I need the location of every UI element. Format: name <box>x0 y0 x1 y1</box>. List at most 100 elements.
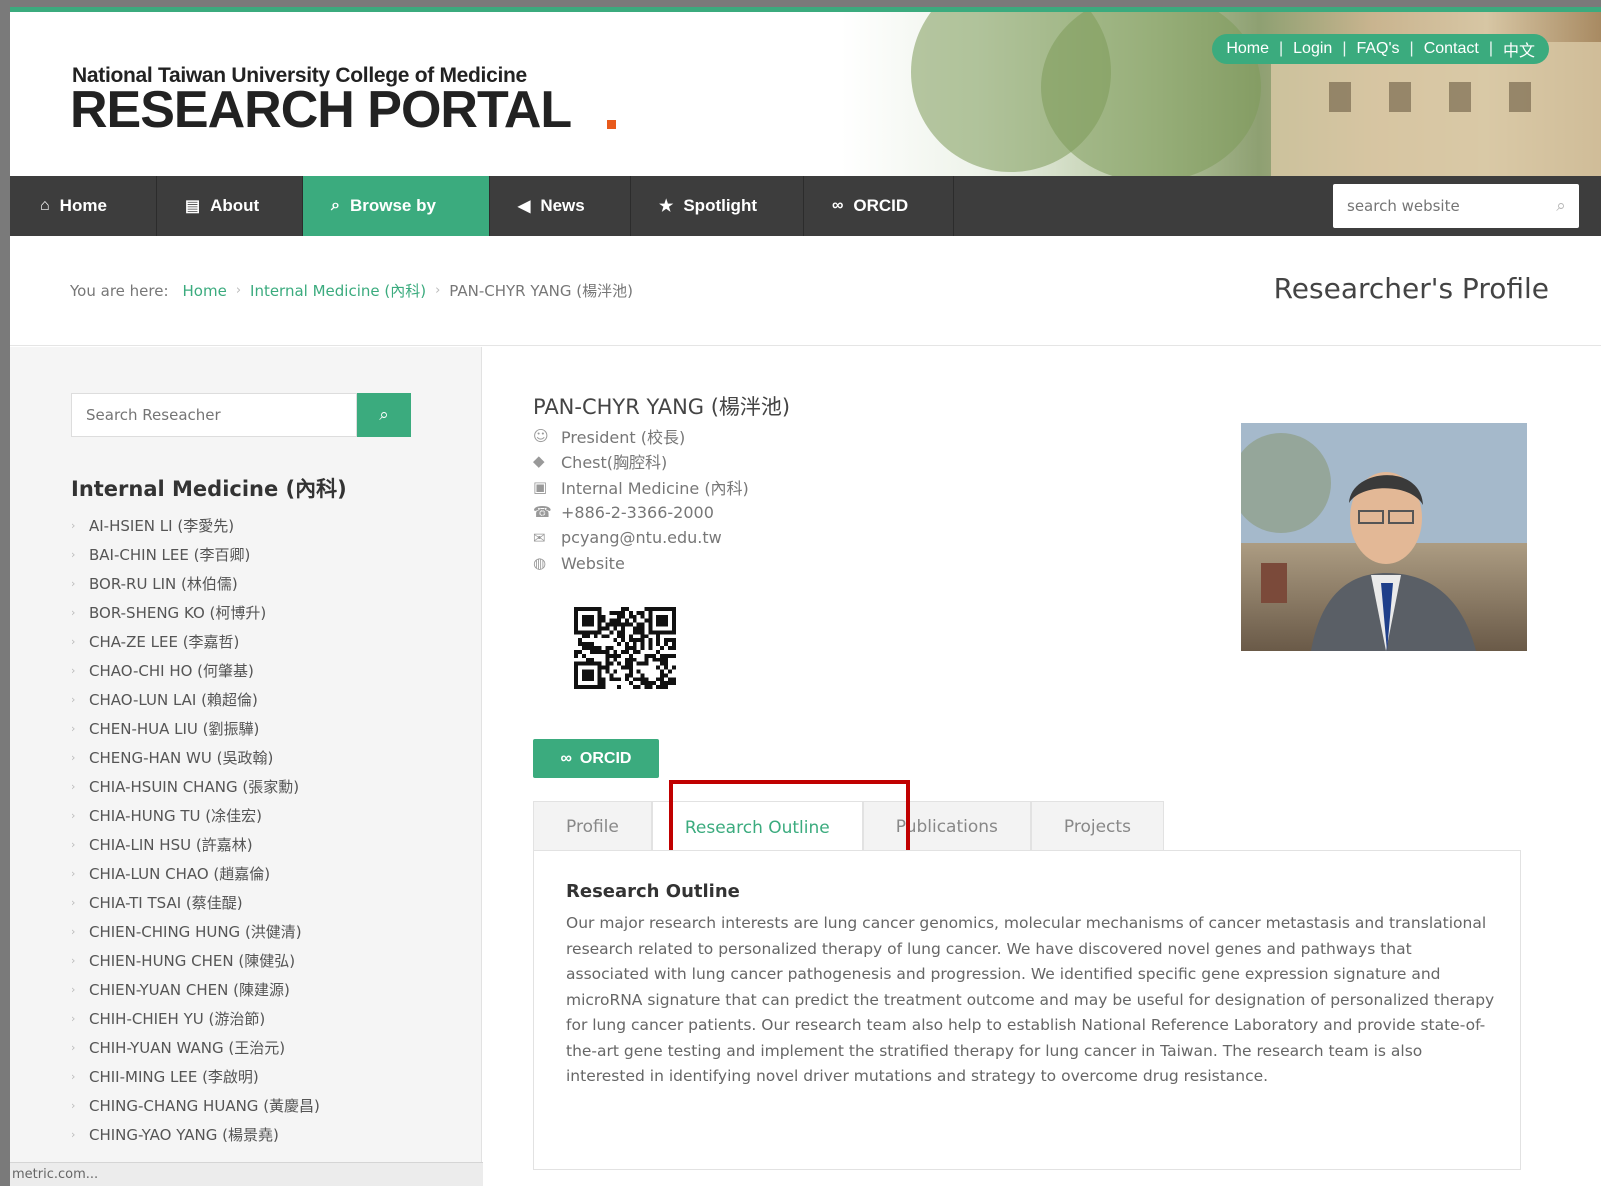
toplink-faq[interactable]: FAQ's <box>1356 40 1399 58</box>
researcher-list-item[interactable]: › CHIEN-YUAN CHEN (陳建源) <box>71 975 320 1004</box>
researcher-list-item[interactable]: › BOR-SHENG KO (柯博升) <box>71 598 320 627</box>
nav-orcid[interactable]: ∞ ORCID <box>804 176 954 236</box>
nav-label: Browse by <box>349 196 436 215</box>
toplink-home[interactable]: Home <box>1226 40 1269 58</box>
researcher-list-item[interactable]: › CHIH-CHIEH YU (游治節) <box>71 1004 320 1033</box>
nav-news[interactable]: ◀ News <box>490 176 631 236</box>
researcher-list-item[interactable]: › CHIEN-CHING HUNG (洪健清) <box>71 917 320 946</box>
researcher-list-item[interactable]: › CHIA-HUNG TU (凃佳宏) <box>71 801 320 830</box>
orcid-label: ORCID <box>579 749 632 767</box>
researcher-list-item[interactable]: › CHING-YAO YANG (楊景堯) <box>71 1120 320 1149</box>
researcher-list-item[interactable]: › CHEN-HUA LIU (劉振驊) <box>71 714 320 743</box>
file-icon: ▤ <box>185 198 201 215</box>
researcher-list-item[interactable]: › CHIEN-HUNG CHEN (陳健弘) <box>71 946 320 975</box>
researcher-list-item[interactable]: › CHAO-LUN LAI (賴超倫) <box>71 685 320 714</box>
chevron-right-icon: › <box>71 1070 76 1083</box>
sidebar: ⌕ Internal Medicine (內科) › AI-HSIEN LI (李… <box>10 347 540 1186</box>
researcher-list-item[interactable]: › CHIA-LIN HSU (許嘉林) <box>71 830 320 859</box>
phone-icon: ☎ <box>533 503 552 522</box>
researcher-list-item[interactable]: › BOR-RU LIN (林伯儒) <box>71 569 320 598</box>
separator: | <box>1342 40 1347 57</box>
chevron-right-icon: › <box>71 693 76 706</box>
researcher-info: ☺ President (校長) ◆ Chest(胸腔科) ▣ Internal Me… <box>533 423 749 576</box>
nav-browse-by[interactable]: ⌕ Browse by <box>303 176 490 236</box>
researcher-list-item[interactable]: › CHIA-TI TSAI (蔡佳醍) <box>71 888 320 917</box>
chevron-right-icon: › <box>71 1041 76 1054</box>
chevron-right-icon: › <box>435 283 441 298</box>
researcher-list-item[interactable]: › CHENG-HAN WU (吳政翰) <box>71 743 320 772</box>
orcid-button[interactable]: ∞ ORCID <box>533 739 659 778</box>
researcher-name-link: CHEN-HUA LIU (劉振驊) <box>89 720 260 738</box>
tab-panel: Research Outline Our major research inte… <box>533 850 1521 1170</box>
researcher-search: ⌕ <box>71 393 411 437</box>
info-email[interactable]: ✉ pcyang@ntu.edu.tw <box>533 525 749 551</box>
tab-profile[interactable]: Profile <box>533 801 652 851</box>
breadcrumb-current: PAN-CHYR YANG (楊泮池) <box>449 282 633 300</box>
link-icon: ∞ <box>832 197 844 214</box>
chevron-right-icon: › <box>71 867 76 880</box>
researcher-name-link: CHIH-CHIEH YU (游治節) <box>89 1010 266 1028</box>
chevron-right-icon: › <box>71 925 76 938</box>
chevron-right-icon: › <box>71 606 76 619</box>
portal-logo[interactable]: RESEARCH PORTAL <box>70 80 572 140</box>
site-search-input[interactable] <box>1333 186 1543 226</box>
separator: | <box>1279 40 1284 57</box>
chevron-right-icon: › <box>71 1128 76 1141</box>
breadcrumb-bar: You are here: Home › Internal Medicine (… <box>10 236 1601 346</box>
chevron-right-icon: › <box>71 664 76 677</box>
megaphone-icon: ◀ <box>518 198 531 215</box>
researcher-name-link: CHING-CHANG HUANG (黃慶昌) <box>89 1097 320 1115</box>
nav-home[interactable]: ⌂ Home <box>10 176 157 236</box>
researcher-list-item[interactable]: › CHA-ZE LEE (李嘉哲) <box>71 627 320 656</box>
top-links: Home | Login | FAQ's | Contact | 中文 <box>1212 34 1549 64</box>
search-icon: ⌕ <box>331 197 340 214</box>
researcher-name-link: CHIH-YUAN WANG (王治元) <box>89 1039 286 1057</box>
toplink-login[interactable]: Login <box>1293 40 1332 58</box>
site-header: National Taiwan University College of Me… <box>10 12 1601 176</box>
researcher-list-item[interactable]: › BAI-CHIN LEE (李百卿) <box>71 540 320 569</box>
researcher-search-input[interactable] <box>71 393 357 437</box>
toplink-contact[interactable]: Contact <box>1424 40 1479 58</box>
tab-projects[interactable]: Projects <box>1030 801 1164 851</box>
researcher-name-link: CHIEN-CHING HUNG (洪健清) <box>89 923 302 941</box>
nav-label: News <box>540 196 585 215</box>
researcher-list-item[interactable]: › CHII-MING LEE (李啟明) <box>71 1062 320 1091</box>
researcher-name-link: CHIEN-YUAN CHEN (陳建源) <box>89 981 290 999</box>
building-icon: ▣ <box>533 477 548 496</box>
chevron-right-icon: › <box>71 954 76 967</box>
nav-about[interactable]: ▤ About <box>157 176 303 236</box>
info-website[interactable]: ◍ Website <box>533 551 749 577</box>
site-search: ⌕ <box>1333 184 1579 228</box>
chevron-right-icon: › <box>71 780 76 793</box>
info-phone: ☎ +886-2-3366-2000 <box>533 500 749 526</box>
link-icon: ∞ <box>560 749 572 767</box>
researcher-list-item[interactable]: › CHAO-CHI HO (何肇基) <box>71 656 320 685</box>
browser-status-bar: metric.com... <box>10 1162 540 1186</box>
researcher-name-link: CHING-YAO YANG (楊景堯) <box>89 1126 279 1144</box>
researcher-list-item[interactable]: › CHIH-YUAN WANG (王治元) <box>71 1033 320 1062</box>
chevron-right-icon: › <box>71 983 76 996</box>
breadcrumb-home[interactable]: Home <box>183 282 227 300</box>
researcher-name-link: CHII-MING LEE (李啟明) <box>89 1068 259 1086</box>
researcher-name-link: CHENG-HAN WU (吳政翰) <box>89 749 274 767</box>
search-icon[interactable]: ⌕ <box>1543 196 1579 216</box>
info-text: Chest(胸腔科) <box>561 453 668 473</box>
researcher-search-button[interactable]: ⌕ <box>357 393 411 437</box>
researcher-list-item[interactable]: › CHING-CHANG HUANG (黃慶昌) <box>71 1091 320 1120</box>
search-icon: ⌕ <box>379 405 389 425</box>
nav-spotlight[interactable]: ★ Spotlight <box>631 176 804 236</box>
researcher-list-item[interactable]: › AI-HSIEN LI (李愛先) <box>71 511 320 540</box>
researcher-list-item[interactable]: › CHIA-LUN CHAO (趙嘉倫) <box>71 859 320 888</box>
nav-label: Spotlight <box>683 196 757 215</box>
researcher-list-item[interactable]: › CHIA-HSUIN CHANG (張家勳) <box>71 772 320 801</box>
info-text: President (校長) <box>561 427 686 447</box>
breadcrumb-department[interactable]: Internal Medicine (內科) <box>250 280 426 301</box>
chevron-right-icon: › <box>71 548 76 561</box>
researcher-name-link: CHAO-LUN LAI (賴超倫) <box>89 691 258 709</box>
info-specialty: ◆ Chest(胸腔科) <box>533 449 749 475</box>
chevron-right-icon: › <box>71 751 76 764</box>
globe-icon: ◍ <box>533 554 547 573</box>
chevron-right-icon: › <box>71 896 76 909</box>
toplink-chinese[interactable]: 中文 <box>1503 37 1535 61</box>
chevron-right-icon: › <box>71 1099 76 1112</box>
